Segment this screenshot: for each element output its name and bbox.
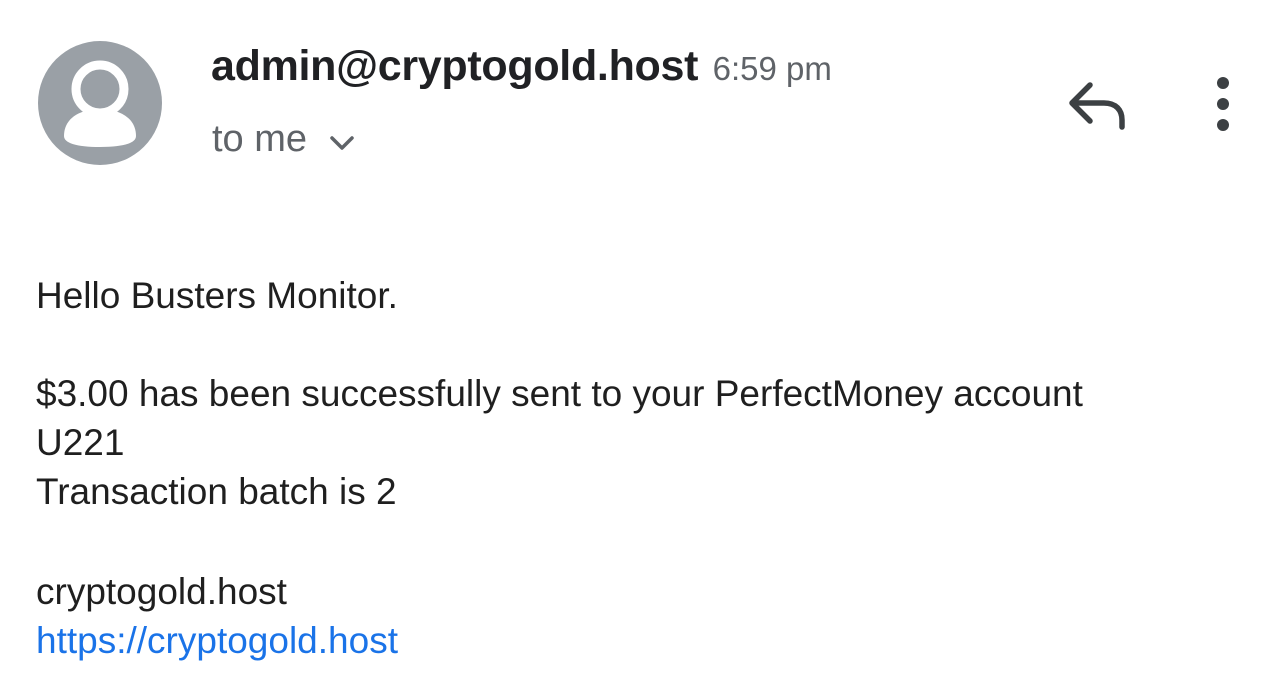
reply-icon xyxy=(1069,82,1125,130)
redaction-mask xyxy=(130,441,260,463)
transaction-batch-text: Transaction batch is 2 xyxy=(36,471,397,512)
account-number-text: U221 xyxy=(36,422,125,463)
recipient-label: to me xyxy=(212,118,308,160)
site-name-text: cryptogold.host xyxy=(36,571,287,612)
sender-avatar[interactable] xyxy=(38,41,162,165)
sender-line: admin@cryptogold.host 6:59 pm xyxy=(211,42,832,91)
person-avatar-icon xyxy=(64,60,136,147)
more-vert-icon xyxy=(1217,77,1229,131)
sender-email[interactable]: admin@cryptogold.host xyxy=(211,42,698,90)
redaction-mask xyxy=(448,470,638,512)
recipient-toggle[interactable]: to me xyxy=(212,118,355,161)
greeting-text: Hello Busters Monitor. xyxy=(36,275,398,316)
message-time: 6:59 pm xyxy=(712,50,832,87)
more-options-button[interactable] xyxy=(1200,74,1246,136)
chevron-down-icon[interactable] xyxy=(329,118,355,161)
reply-button[interactable] xyxy=(1064,79,1130,133)
site-link[interactable]: https://cryptogold.host xyxy=(36,622,398,659)
payment-sent-text: $3.00 has been successfully sent to your… xyxy=(36,373,1083,414)
